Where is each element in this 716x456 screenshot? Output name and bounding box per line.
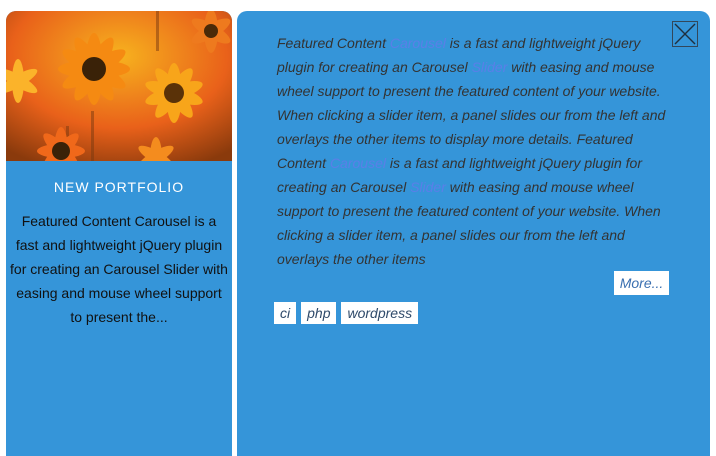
more-button[interactable]: More... (614, 271, 669, 295)
tag-php[interactable]: php (301, 302, 337, 324)
tag-ci[interactable]: ci (274, 302, 297, 324)
tag-wordpress[interactable]: wordpress (341, 302, 419, 324)
close-icon (674, 23, 696, 45)
portfolio-card[interactable]: NEW PORTFOLIO Featured Content Carousel … (6, 11, 232, 456)
close-button[interactable] (672, 21, 698, 47)
description-text: Featured Content (277, 35, 390, 51)
card-image (6, 11, 232, 161)
inline-link[interactable]: Slider (472, 59, 508, 75)
inline-link[interactable]: Carousel (330, 155, 386, 171)
card-title[interactable]: NEW PORTFOLIO (6, 179, 232, 195)
detail-panel: Featured Content Carousel is a fast and … (237, 11, 710, 456)
card-excerpt: Featured Content Carousel is a fast and … (10, 213, 228, 325)
inline-link[interactable]: Slider (410, 179, 446, 195)
tag-list: ci php wordpress (274, 302, 419, 324)
panel-description: Featured Content Carousel is a fast and … (277, 31, 670, 271)
inline-link[interactable]: Carousel (390, 35, 446, 51)
